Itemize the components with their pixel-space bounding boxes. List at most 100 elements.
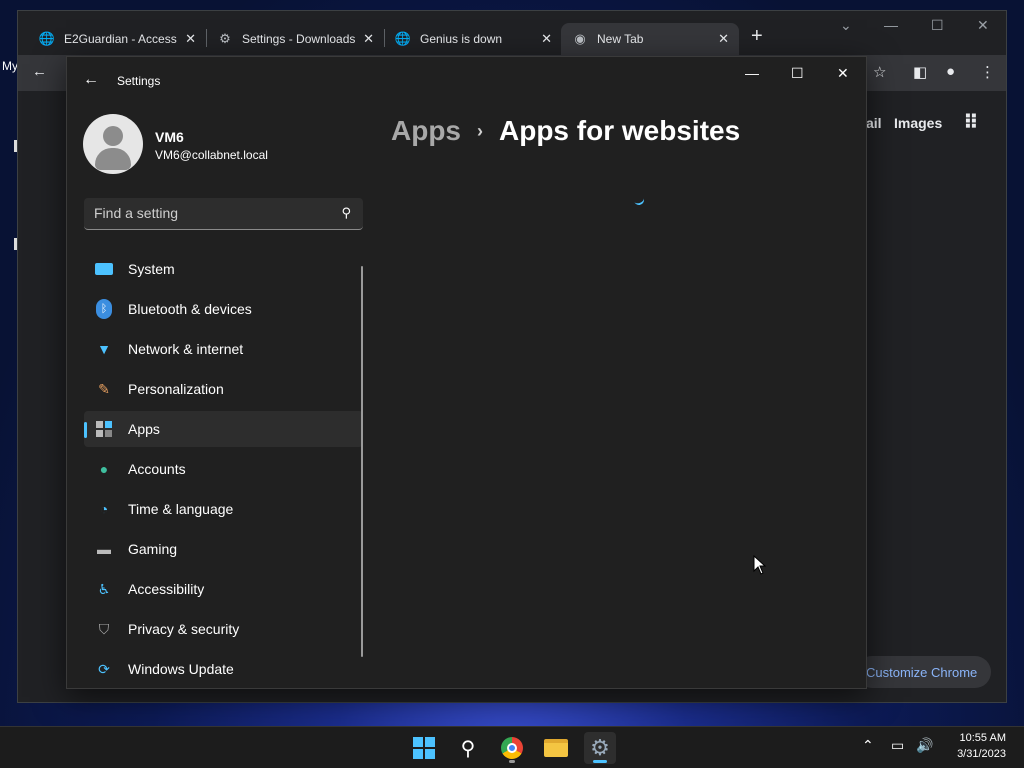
tab-title: New Tab xyxy=(597,32,644,46)
maximize-button[interactable]: ☐ xyxy=(931,17,944,34)
nav-item-label: Time & language xyxy=(128,501,234,517)
show-hidden-icons-chevron-icon[interactable]: ⌃ xyxy=(862,737,874,754)
breadcrumb-parent[interactable]: Apps xyxy=(391,115,461,147)
nav-item-system[interactable]: System xyxy=(84,251,363,287)
bluetooth-icon: ᛒ xyxy=(94,299,114,319)
tab-search-icon[interactable]: ⌄ xyxy=(840,17,852,34)
bookmark-star-icon[interactable]: ☆ xyxy=(873,63,886,81)
side-panel-icon[interactable]: ◧ xyxy=(913,63,927,81)
nav-item-label: Network & internet xyxy=(128,341,244,357)
search-input[interactable] xyxy=(84,198,324,228)
nav-item-label: Gaming xyxy=(128,541,178,557)
wifi-icon: ▼ xyxy=(97,341,111,357)
search-box[interactable]: ⚲ xyxy=(84,198,363,230)
chrome-icon: ◉ xyxy=(574,31,586,46)
close-button[interactable]: ✕ xyxy=(837,65,849,82)
clock[interactable]: 10:55 AM 3/31/2023 xyxy=(957,730,1006,762)
start-button[interactable] xyxy=(408,732,440,764)
nav-item-label: Privacy & security xyxy=(128,621,240,637)
apps-grid-icon[interactable]: ⠿ xyxy=(963,110,979,135)
brush-icon: ✎ xyxy=(98,380,110,397)
maximize-button[interactable]: ☐ xyxy=(791,65,804,82)
mouse-cursor-icon xyxy=(753,555,767,575)
account-icon: ● xyxy=(99,461,109,477)
nav-item-label: Accessibility xyxy=(128,581,205,597)
nav-item-label: Bluetooth & devices xyxy=(128,301,252,317)
nav-item-privacy[interactable]: ⛉ Privacy & security xyxy=(84,611,363,647)
breadcrumb-chevron-icon: › xyxy=(477,120,483,141)
shield-icon: ⛉ xyxy=(98,620,110,637)
clock-date: 3/31/2023 xyxy=(957,748,1006,760)
globe-icon: 🌐 xyxy=(38,31,56,46)
nav-scrollbar[interactable] xyxy=(361,266,363,657)
tab-title: Genius is down xyxy=(420,32,503,46)
apps-icon xyxy=(94,419,114,439)
back-button[interactable]: ← xyxy=(32,63,47,80)
user-name: VM6 xyxy=(155,129,184,145)
settings-icon: ⚙ xyxy=(590,735,610,760)
menu-icon[interactable]: ⋮ xyxy=(980,63,995,81)
nav-item-bluetooth[interactable]: ᛒ Bluetooth & devices xyxy=(84,291,363,327)
close-icon[interactable]: ✕ xyxy=(363,31,374,47)
nav-item-label: Apps xyxy=(128,421,160,437)
nav-item-accessibility[interactable]: ♿ Accessibility xyxy=(84,571,363,607)
nav-item-personalization[interactable]: ✎ Personalization xyxy=(84,371,363,407)
nav-item-time-language[interactable]: ◔ Time & language xyxy=(84,491,363,527)
start-icon xyxy=(413,737,435,759)
profile-icon[interactable]: ● xyxy=(946,63,955,80)
nav-item-accounts[interactable]: ● Accounts xyxy=(84,451,363,487)
nav-item-label: Windows Update xyxy=(128,661,234,677)
globe-icon: 🌐 xyxy=(394,31,412,46)
nav-item-network[interactable]: ▼ Network & internet xyxy=(84,331,363,367)
images-link[interactable]: Images xyxy=(894,115,942,131)
volume-icon[interactable]: 🔊 xyxy=(916,737,933,754)
desktop-icon-label[interactable]: My xyxy=(2,59,18,73)
close-icon[interactable]: ✕ xyxy=(541,31,552,47)
tab-e2guardian[interactable]: 🌐 E2Guardian - Access ✕ xyxy=(28,23,206,55)
search-icon: ⚲ xyxy=(460,737,476,760)
taskbar-settings-button[interactable]: ⚙ xyxy=(584,732,616,764)
gamepad-icon: ▬ xyxy=(97,541,111,557)
close-button[interactable]: ✕ xyxy=(977,17,989,34)
running-indicator xyxy=(509,760,515,763)
close-icon[interactable]: ✕ xyxy=(185,31,196,47)
customize-chrome-button[interactable]: Customize Chrome xyxy=(856,656,991,688)
taskbar-chrome-button[interactable] xyxy=(496,732,528,764)
settings-window: ← Settings — ☐ ✕ VM6 VM6@collabnet.local… xyxy=(66,56,867,689)
nav-item-apps[interactable]: Apps xyxy=(84,411,363,447)
tab-title: Settings - Downloads xyxy=(242,32,356,46)
settings-window-title: Settings xyxy=(117,74,161,88)
file-explorer-icon xyxy=(544,739,568,757)
loading-spinner-icon xyxy=(632,193,646,207)
minimize-button[interactable]: — xyxy=(745,65,759,81)
avatar[interactable] xyxy=(83,114,143,174)
close-icon[interactable]: ✕ xyxy=(718,31,729,47)
chrome-icon xyxy=(501,737,523,759)
nav-item-label: Personalization xyxy=(128,381,224,397)
tab-new-tab[interactable]: ◉ New Tab ✕ xyxy=(561,23,739,55)
back-arrow-icon[interactable]: ← xyxy=(83,71,99,89)
taskbar: ⚲ ⚙ ⌃ ▭ 🔊 10:55 AM 3/31/2023 xyxy=(0,726,1024,768)
new-tab-button[interactable]: + xyxy=(751,25,763,48)
running-indicator xyxy=(593,760,607,763)
breadcrumb: Apps › Apps for websites xyxy=(391,115,740,147)
taskbar-search-button[interactable]: ⚲ xyxy=(452,732,484,764)
minimize-button[interactable]: — xyxy=(884,17,898,33)
tab-genius[interactable]: 🌐 Genius is down ✕ xyxy=(384,23,562,55)
system-icon xyxy=(94,259,114,279)
nav-item-windows-update[interactable]: ⟳ Windows Update xyxy=(84,651,363,687)
nav-item-gaming[interactable]: ▬ Gaming xyxy=(84,531,363,567)
gmail-link[interactable]: ail xyxy=(866,115,882,131)
search-icon[interactable]: ⚲ xyxy=(341,205,351,221)
clock-time: 10:55 AM xyxy=(959,732,1006,744)
page-title: Apps for websites xyxy=(499,115,741,146)
tab-settings-downloads[interactable]: ⚙ Settings - Downloads ✕ xyxy=(206,23,384,55)
update-icon: ⟳ xyxy=(98,660,110,677)
accessibility-icon: ♿ xyxy=(97,580,111,597)
avatar-head xyxy=(103,126,123,146)
avatar-body xyxy=(95,148,131,170)
network-icon[interactable]: ▭ xyxy=(891,737,904,754)
tab-title: E2Guardian - Access xyxy=(64,32,177,46)
settings-nav: System ᛒ Bluetooth & devices ▼ Network &… xyxy=(84,251,363,691)
taskbar-file-explorer-button[interactable] xyxy=(540,732,572,764)
